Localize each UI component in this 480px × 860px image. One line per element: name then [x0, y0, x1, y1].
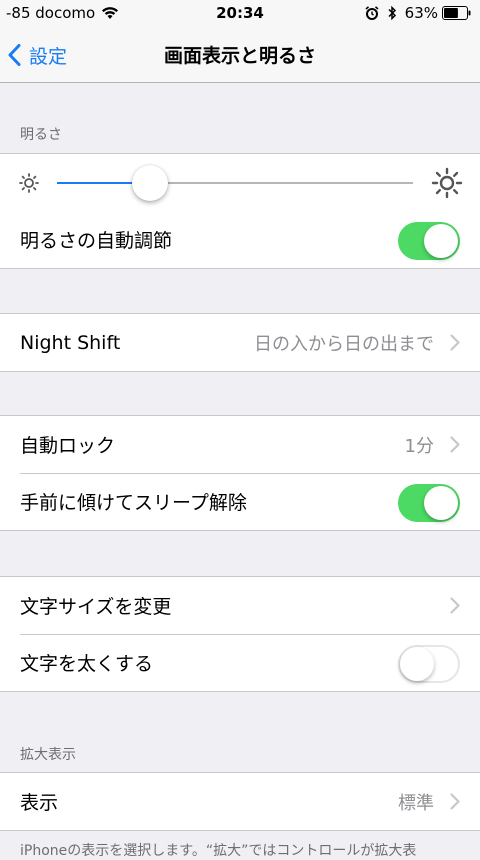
auto-brightness-label: 明るさの自動調節 [20, 230, 173, 252]
chevron-right-icon [450, 793, 460, 810]
alarm-icon [365, 6, 379, 20]
raise-to-wake-label: 手前に傾けてスリープ解除 [20, 492, 247, 514]
navigation-bar: 設定 画面表示と明るさ [0, 28, 480, 83]
night-shift-group: Night Shift 日の入から日の出まで [0, 313, 480, 372]
text-size-label: 文字サイズを変更 [20, 596, 172, 618]
auto-brightness-row: 明るさの自動調節 [0, 211, 480, 268]
bold-text-row: 文字を太くする [0, 634, 480, 691]
battery-percent: 63% [404, 4, 438, 22]
zoom-group: 表示 標準 [0, 772, 480, 831]
night-shift-label: Night Shift [20, 331, 121, 354]
display-zoom-row[interactable]: 表示 標準 [0, 773, 480, 830]
chevron-right-icon [450, 597, 460, 614]
auto-lock-row[interactable]: 自動ロック 1分 [0, 416, 480, 473]
bold-text-toggle[interactable] [398, 645, 460, 683]
auto-lock-label: 自動ロック [20, 435, 116, 457]
brightness-group: 明るさの自動調節 [0, 153, 480, 269]
raise-to-wake-row: 手前に傾けてスリープ解除 [0, 473, 480, 530]
text-group: 文字サイズを変更 文字を太くする [0, 576, 480, 692]
night-shift-value: 日の入から日の出まで [254, 333, 434, 355]
display-zoom-value: 標準 [398, 792, 434, 814]
brightness-slider[interactable] [57, 165, 413, 201]
auto-brightness-toggle[interactable] [398, 222, 460, 260]
bluetooth-icon [387, 5, 397, 21]
chevron-right-icon [450, 436, 460, 453]
text-size-row[interactable]: 文字サイズを変更 [0, 577, 480, 634]
sun-small-icon [18, 172, 40, 198]
raise-to-wake-toggle[interactable] [398, 484, 460, 522]
battery-icon [442, 6, 472, 20]
brightness-slider-thumb[interactable] [131, 165, 168, 201]
display-zoom-label: 表示 [20, 792, 59, 814]
bold-text-label: 文字を太くする [20, 653, 154, 675]
sun-large-icon [431, 167, 463, 203]
auto-lock-value: 1分 [404, 435, 434, 457]
night-shift-row[interactable]: Night Shift 日の入から日の出まで [0, 314, 480, 371]
chevron-right-icon [450, 334, 460, 351]
section-header-brightness: 明るさ [20, 127, 62, 143]
status-bar: -85 docomo 20:34 63% [0, 0, 480, 28]
zoom-footer-text: iPhoneの表示を選択します。“拡大”ではコントロールが拡大表 [20, 843, 417, 859]
brightness-slider-row [0, 154, 480, 211]
section-header-zoom: 拡大表示 [20, 747, 76, 763]
page-title: 画面表示と明るさ [163, 45, 316, 67]
lock-group: 自動ロック 1分 手前に傾けてスリープ解除 [0, 415, 480, 531]
